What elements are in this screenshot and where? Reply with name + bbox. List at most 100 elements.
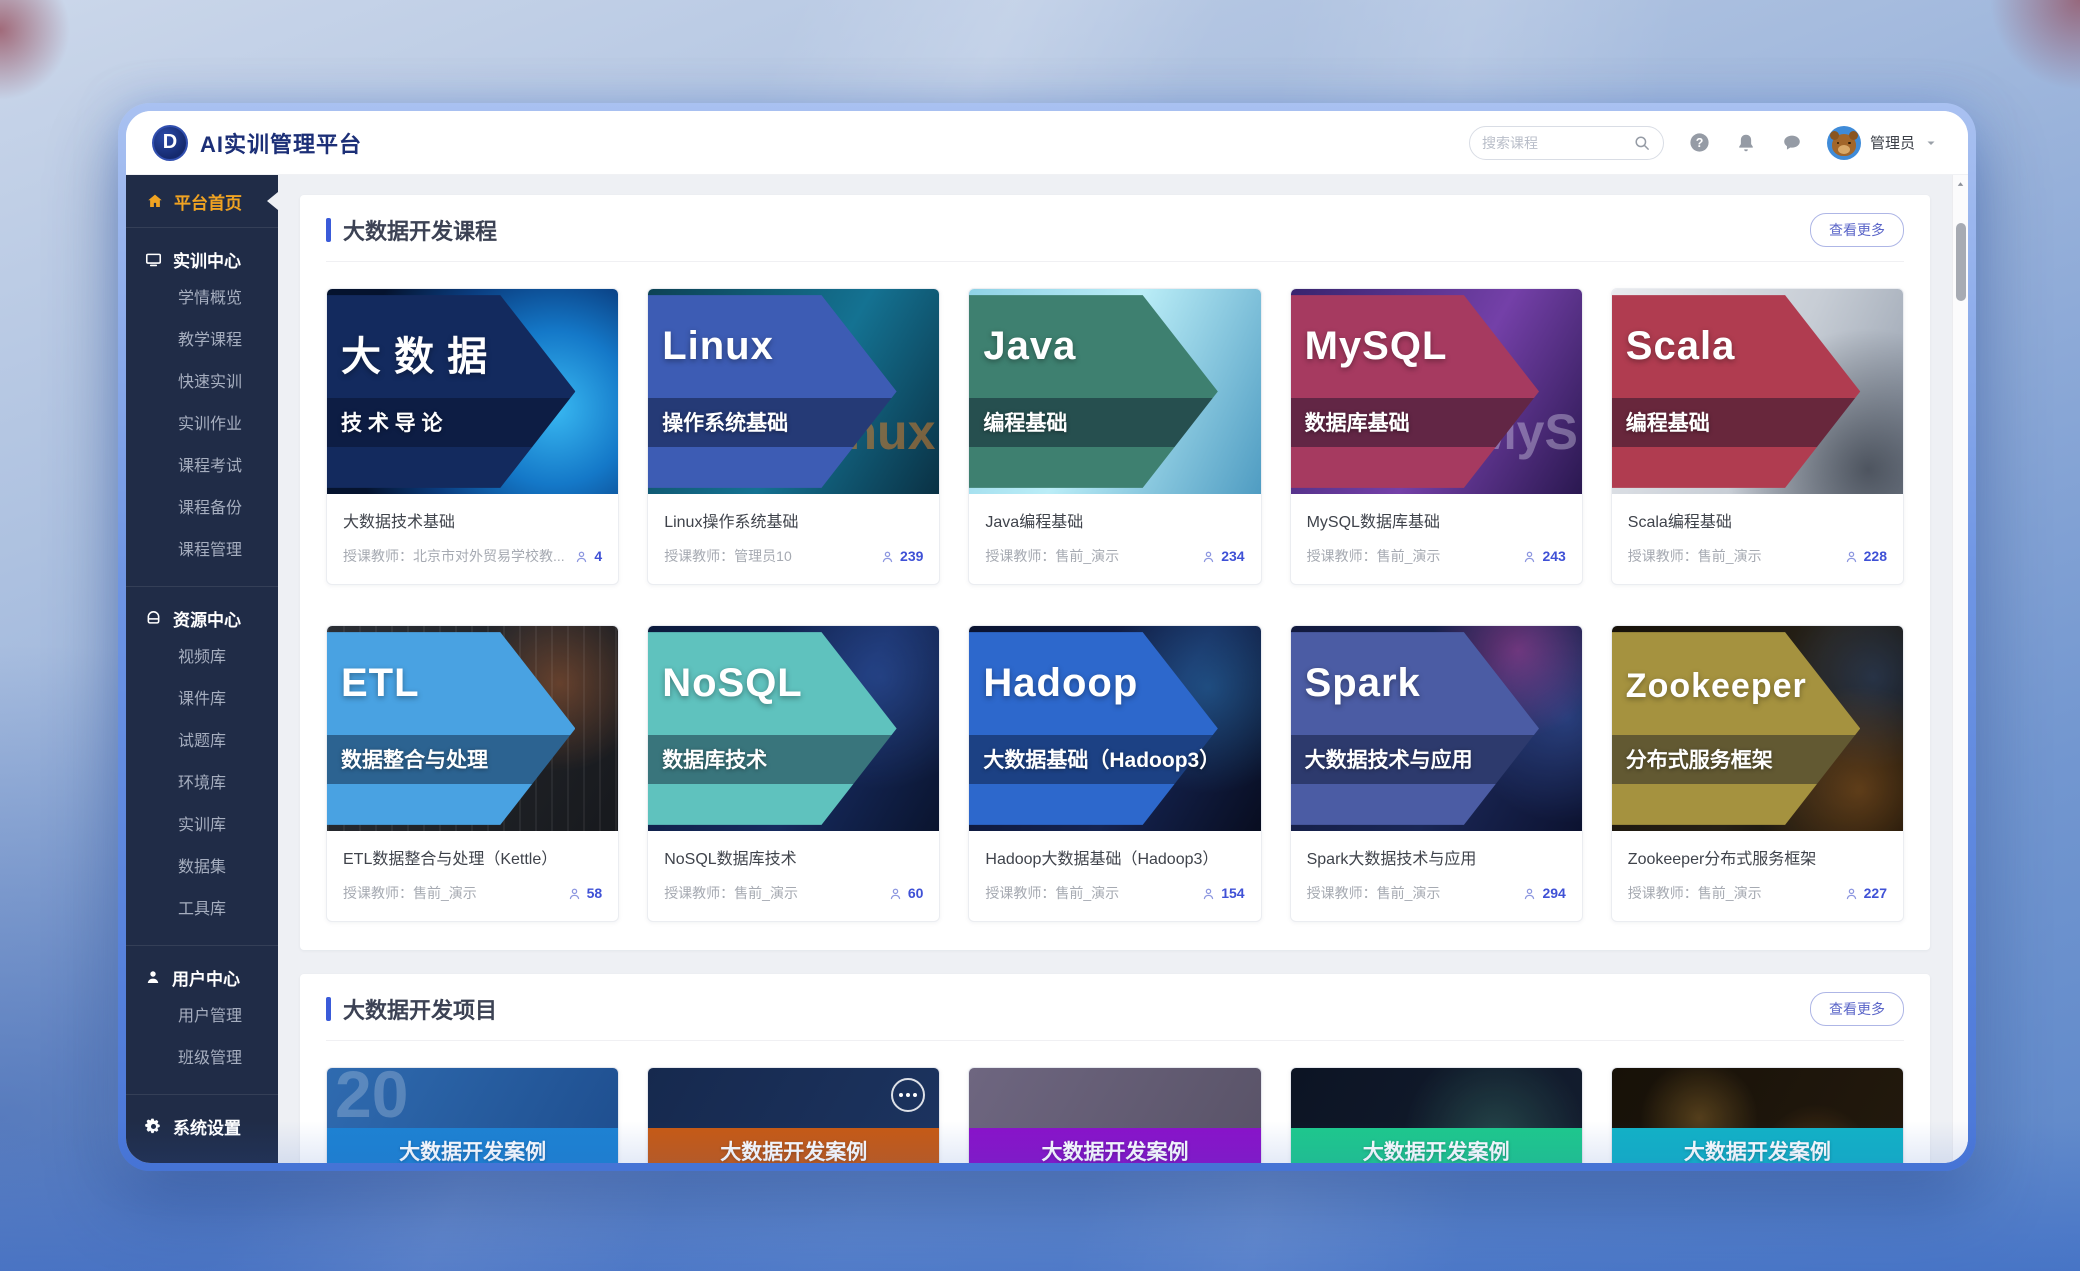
course-teacher: 授课教师：售前_演示	[985, 546, 1193, 566]
search-icon[interactable]	[1633, 134, 1651, 152]
user-icon	[144, 968, 162, 986]
course-enrollment: 228	[1844, 548, 1887, 564]
cover-arrow-graphic	[1612, 289, 1860, 494]
project-card[interactable]: 大数据开发案例	[1611, 1067, 1904, 1163]
course-enrollment-count: 4	[594, 548, 602, 564]
person-icon	[888, 886, 903, 901]
scrollbar[interactable]	[1952, 175, 1968, 1163]
sidebar-subitem[interactable]: 用户管理	[126, 996, 278, 1038]
cover-subheading: 数据库技术	[662, 735, 767, 784]
sidebar-group-header[interactable]: 用户中心	[126, 958, 278, 996]
sidebar-subitem[interactable]: 试题库	[126, 721, 278, 763]
project-card[interactable]: 大数据开发案例	[647, 1067, 940, 1163]
cover-subheading: 数据库基础	[1305, 398, 1410, 447]
project-banner: 大数据开发案例	[1612, 1128, 1903, 1163]
course-cover: ETL 数据整合与处理	[327, 626, 618, 831]
sidebar-group-header[interactable]: 实训中心	[126, 240, 278, 278]
course-card[interactable]: Hadoop 大数据基础（Hadoop3） Hadoop大数据基础（Hadoop…	[968, 625, 1261, 922]
sidebar-subitem[interactable]: 快速实训	[126, 362, 278, 404]
course-card[interactable]: Zookeeper 分布式服务框架 Zookeeper分布式服务框架 授课教师：…	[1611, 625, 1904, 922]
cover-arrow-graphic	[1291, 289, 1539, 494]
course-card[interactable]: Scala 编程基础 Scala编程基础 授课教师：售前_演示 228	[1611, 288, 1904, 585]
course-card[interactable]: NoSQL 数据库技术 NoSQL数据库技术 授课教师：售前_演示 60	[647, 625, 940, 922]
course-teacher: 授课教师：售前_演示	[343, 883, 559, 903]
course-cover: Zookeeper 分布式服务框架	[1612, 626, 1903, 831]
project-banner: 大数据开发案例	[648, 1128, 939, 1163]
course-meta: 授课教师：售前_演示 58	[343, 883, 602, 903]
search-box[interactable]	[1469, 126, 1664, 160]
cover-heading: Java	[983, 324, 1076, 369]
course-card[interactable]: Java 编程基础 Java编程基础 授课教师：售前_演示 234	[968, 288, 1261, 585]
projects-view-more-button[interactable]: 查看更多	[1810, 992, 1904, 1026]
course-card-body: ETL数据整合与处理（Kettle） 授课教师：售前_演示 58	[327, 831, 618, 921]
sidebar-group-label: 资源中心	[173, 606, 241, 631]
course-enrollment-count: 234	[1221, 548, 1244, 564]
scrollbar-thumb[interactable]	[1956, 223, 1966, 301]
course-enrollment: 234	[1201, 548, 1244, 564]
sidebar-sublist: 视频库课件库试题库环境库实训库数据集工具库	[126, 637, 278, 931]
sidebar-subitem[interactable]: 数据集	[126, 847, 278, 889]
sidebar-subitem[interactable]: 学情概览	[126, 278, 278, 320]
avatar[interactable]	[1827, 126, 1861, 160]
project-card[interactable]: 大数据开发案例	[1290, 1067, 1583, 1163]
course-card[interactable]: Linux Linux 操作系统基础 Linux操作系统基础 授课教师：管理员1…	[647, 288, 940, 585]
sidebar-subitem[interactable]: 实训作业	[126, 404, 278, 446]
course-cover: Java 编程基础	[969, 289, 1260, 494]
course-cover: NoSQL 数据库技术	[648, 626, 939, 831]
course-card-body: MySQL数据库基础 授课教师：售前_演示 243	[1291, 494, 1582, 584]
sidebar-subitem[interactable]: 环境库	[126, 763, 278, 805]
scroll-up-arrow-icon[interactable]	[1953, 179, 1968, 190]
sidebar-subitem[interactable]: 视频库	[126, 637, 278, 679]
course-cover: MyS MySQL 数据库基础	[1291, 289, 1582, 494]
course-meta: 授课教师：售前_演示 154	[985, 883, 1244, 903]
course-title: Java编程基础	[985, 508, 1244, 532]
sidebar-subitem[interactable]: 课件库	[126, 679, 278, 721]
cover-heading: Zookeeper	[1626, 667, 1807, 706]
app-window: D AI实训管理平台 ?	[126, 111, 1968, 1163]
course-meta: 授课教师：售前_演示 234	[985, 546, 1244, 566]
course-title: Spark大数据技术与应用	[1307, 845, 1566, 869]
course-meta: 授课教师：北京市对外贸易学校教... 4	[343, 546, 602, 566]
cover-subheading: 编程基础	[1626, 398, 1710, 447]
sidebar-subitem[interactable]: 课程考试	[126, 446, 278, 488]
sidebar-groups: 实训中心 学情概览教学课程快速实训实训作业课程考试课程备份课程管理 资源中心 视…	[126, 227, 278, 1159]
archive-icon	[144, 609, 163, 628]
course-title: Scala编程基础	[1628, 508, 1887, 532]
bell-icon[interactable]	[1735, 132, 1757, 154]
sidebar-subitem[interactable]: 班级管理	[126, 1038, 278, 1080]
help-icon[interactable]: ?	[1688, 131, 1711, 154]
projects-section-title: 大数据开发项目	[343, 993, 497, 1025]
cover-subheading: 大数据技术与应用	[1305, 735, 1473, 784]
project-banner: 大数据开发案例	[1291, 1128, 1582, 1163]
cover-subheading: 大数据基础（Hadoop3）	[983, 735, 1220, 784]
sidebar-group: 系统设置	[126, 1094, 278, 1159]
user-menu[interactable]: 管理员	[1827, 126, 1938, 160]
chat-icon[interactable]	[1781, 132, 1803, 154]
sidebar-subitem[interactable]: 实训库	[126, 805, 278, 847]
course-card[interactable]: Spark 大数据技术与应用 Spark大数据技术与应用 授课教师：售前_演示 …	[1290, 625, 1583, 922]
sidebar-subitem[interactable]: 课程管理	[126, 530, 278, 572]
person-icon	[1522, 549, 1537, 564]
course-card-body: NoSQL数据库技术 授课教师：售前_演示 60	[648, 831, 939, 921]
sidebar-home-label: 平台首页	[174, 189, 242, 214]
course-card-body: Linux操作系统基础 授课教师：管理员10 239	[648, 494, 939, 584]
section-title-wrap: 大数据开发课程	[326, 214, 497, 246]
project-card[interactable]: 大数据开发案例	[968, 1067, 1261, 1163]
course-card[interactable]: MyS MySQL 数据库基础 MySQL数据库基础 授课教师：售前_演示 24…	[1290, 288, 1583, 585]
project-card[interactable]: 20 大数据开发案例	[326, 1067, 619, 1163]
course-card[interactable]: 大 数 据 技 术 导 论 大数据技术基础 授课教师：北京市对外贸易学校教...…	[326, 288, 619, 585]
sidebar-group-header[interactable]: 资源中心	[126, 599, 278, 637]
sidebar-group-header[interactable]: 系统设置	[126, 1107, 278, 1145]
course-card[interactable]: ETL 数据整合与处理 ETL数据整合与处理（Kettle） 授课教师：售前_演…	[326, 625, 619, 922]
sidebar-subitem[interactable]: 课程备份	[126, 488, 278, 530]
cover-arrow-graphic	[327, 289, 575, 494]
sidebar-group-label: 实训中心	[173, 247, 241, 272]
sidebar-item-home[interactable]: 平台首页	[126, 175, 278, 227]
courses-view-more-button[interactable]: 查看更多	[1810, 213, 1904, 247]
sidebar-subitem[interactable]: 工具库	[126, 889, 278, 931]
sidebar-group: 资源中心 视频库课件库试题库环境库实训库数据集工具库	[126, 586, 278, 945]
sidebar-sublist: 学情概览教学课程快速实训实训作业课程考试课程备份课程管理	[126, 278, 278, 572]
sidebar-subitem[interactable]: 教学课程	[126, 320, 278, 362]
ellipsis-icon	[891, 1078, 925, 1112]
search-input[interactable]	[1482, 135, 1625, 151]
